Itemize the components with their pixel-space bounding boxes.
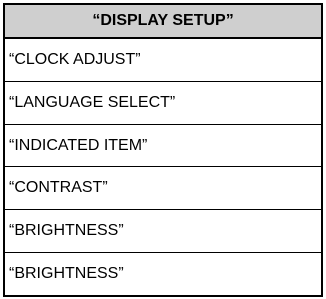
menu-item-language-select[interactable]: “LANGUAGE SELECT”: [5, 82, 321, 125]
menu-item-clock-adjust[interactable]: “CLOCK ADJUST”: [5, 39, 321, 82]
menu-item-contrast[interactable]: “CONTRAST”: [5, 167, 321, 211]
menu-item-brightness[interactable]: “BRIGHTNESS”: [5, 210, 321, 254]
menu-item-brightness-2[interactable]: “BRIGHTNESS”: [5, 253, 321, 295]
menu-title: “DISPLAY SETUP”: [5, 5, 321, 39]
menu-list: “CLOCK ADJUST” “LANGUAGE SELECT” “INDICA…: [5, 39, 321, 295]
menu-item-indicated-item[interactable]: “INDICATED ITEM”: [5, 125, 321, 168]
display-setup-menu-table: “DISPLAY SETUP” “CLOCK ADJUST” “LANGUAGE…: [3, 3, 323, 297]
